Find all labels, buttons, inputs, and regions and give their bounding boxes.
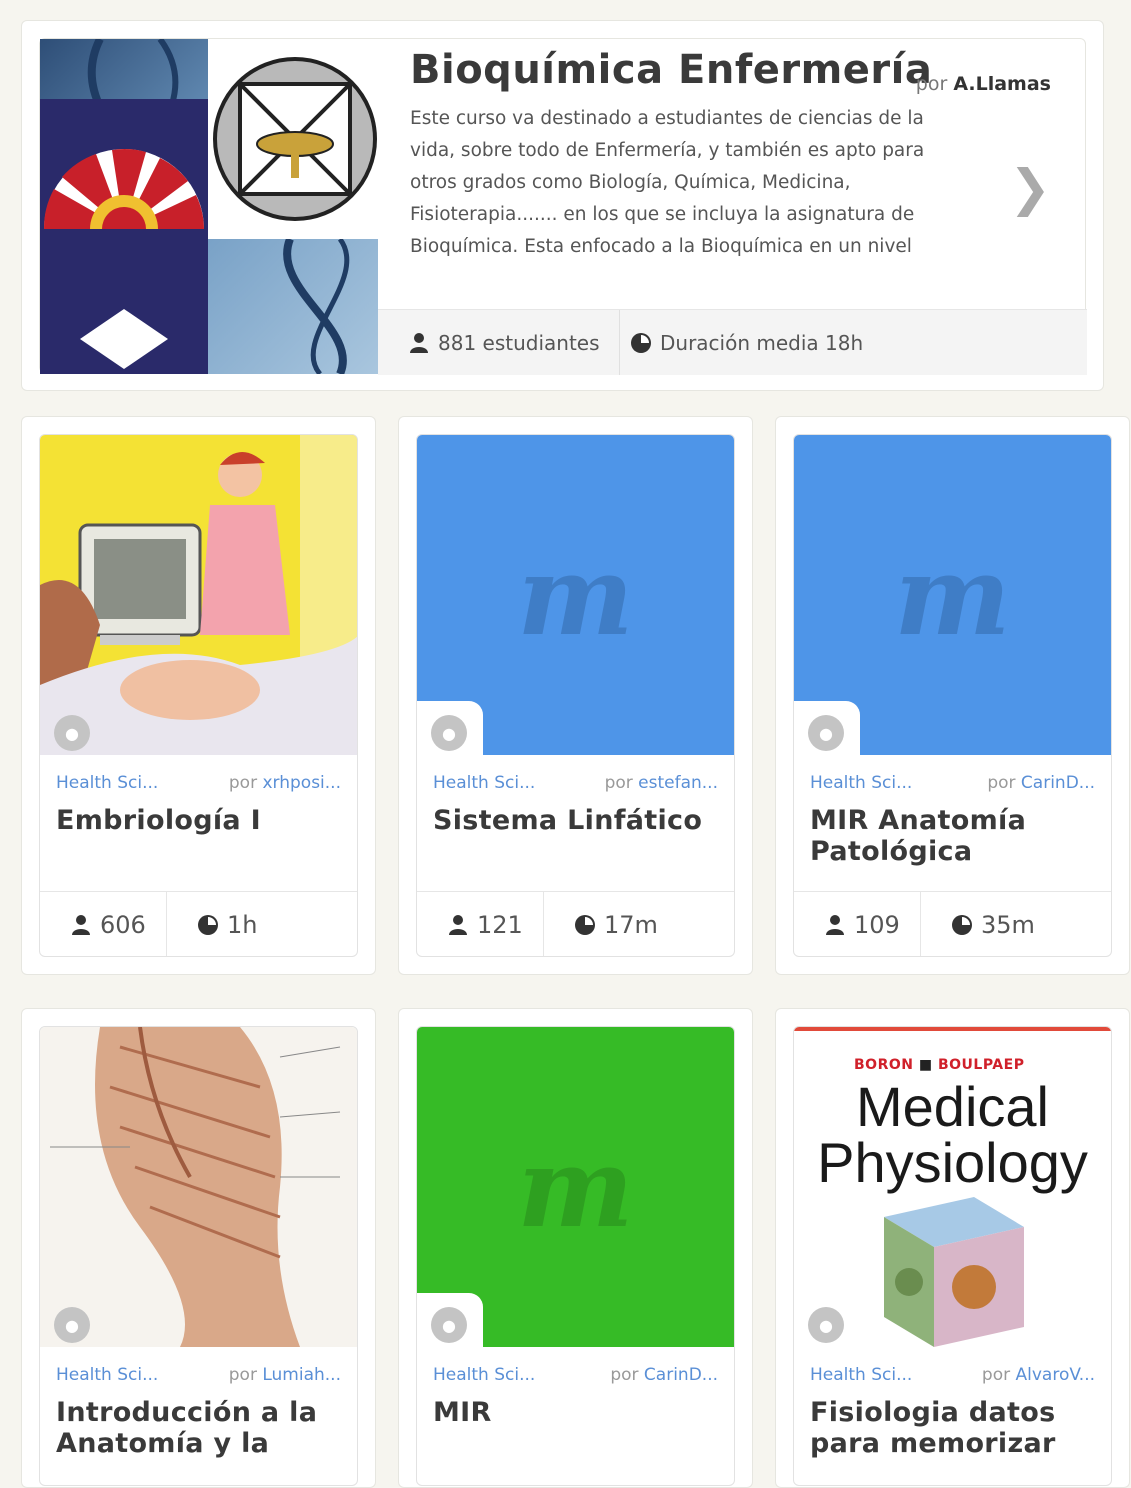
course-meta: Health Sci... por xrhposi...	[56, 773, 341, 793]
course-author: por xrhposi...	[229, 773, 341, 793]
by-label: por	[915, 73, 948, 95]
cell-cube-illustration	[884, 1197, 1024, 1347]
duration-value: 17m	[604, 911, 658, 939]
duration-stat: 1h	[166, 892, 258, 956]
course-stats: 109 35m	[794, 891, 1111, 956]
course-author: por AlvaroV...	[982, 1365, 1095, 1385]
tag-icon[interactable]: ●	[808, 1307, 844, 1343]
user-icon	[449, 915, 467, 935]
by-label: por	[228, 1365, 257, 1385]
students-stat: 606	[70, 892, 146, 956]
duration-stat: 17m	[543, 892, 658, 956]
course-author: por CarinD...	[610, 1365, 718, 1385]
course-image: BORON ■ BOULPAEP Medical Physiology	[794, 1027, 1111, 1347]
course-card[interactable]: BORON ■ BOULPAEP Medical Physiology ● He…	[793, 1026, 1112, 1486]
author-link[interactable]: estefan...	[638, 773, 718, 793]
course-card[interactable]: ● Health Sci... por xrhposi... Embriolog…	[39, 434, 358, 957]
course-author: por estefan...	[605, 773, 718, 793]
featured-course-author: por A.Llamas	[916, 73, 1051, 95]
students-count: 121	[477, 911, 523, 939]
duration-value: Duración media 18h	[660, 330, 864, 355]
by-label: por	[604, 773, 633, 793]
course-stats: 121 17m	[417, 891, 734, 956]
students-stat: 121	[447, 892, 523, 956]
category-link[interactable]: Health Sci...	[810, 773, 912, 793]
course-meta: Health Sci... por CarinD...	[810, 773, 1095, 793]
course-title[interactable]: Embriología I	[56, 805, 347, 836]
by-label: por	[228, 773, 258, 793]
cover-title-line2: Physiology	[817, 1131, 1088, 1194]
cover-author-right: BOULPAEP	[937, 1057, 1025, 1073]
category-link[interactable]: Health Sci...	[56, 773, 158, 793]
author-link[interactable]: xrhposi...	[262, 773, 341, 793]
clock-icon	[952, 915, 972, 935]
course-title[interactable]: MIR Anatomía Patológica	[810, 805, 1101, 867]
author-link[interactable]: Lumiah...	[262, 1365, 341, 1385]
by-label: por	[610, 1365, 639, 1385]
clock-icon	[198, 915, 218, 935]
user-icon	[72, 915, 90, 935]
course-title[interactable]: Sistema Linfático	[433, 805, 724, 836]
author-link[interactable]: CarinD...	[1021, 773, 1095, 793]
cover-author-left: BORON	[854, 1057, 914, 1073]
tag-icon[interactable]: ●	[431, 715, 467, 751]
by-label: por	[987, 773, 1016, 793]
course-title[interactable]: MIR	[433, 1397, 724, 1428]
students-stat: 881 estudiantes	[408, 310, 600, 375]
featured-course-title[interactable]: Bioquímica Enfermería	[410, 47, 932, 93]
course-author: por Lumiah...	[229, 1365, 341, 1385]
featured-course-card[interactable]: Bioquímica Enfermería por A.Llamas Este …	[39, 38, 1087, 375]
category-link[interactable]: Health Sci...	[810, 1365, 912, 1385]
course-card[interactable]: ● Health Sci... por Lumiah... Introducci…	[39, 1026, 358, 1486]
course-meta: Health Sci... por AlvaroV...	[810, 1365, 1095, 1385]
author-link[interactable]: CarinD...	[644, 1365, 718, 1385]
user-icon	[826, 915, 844, 935]
course-card[interactable]: m ● Health Sci... por CarinD... MIR	[416, 1026, 735, 1486]
course-stats: 606 1h	[40, 891, 357, 956]
course-author: por CarinD...	[987, 773, 1095, 793]
featured-course-image	[40, 39, 378, 374]
category-link[interactable]: Health Sci...	[433, 773, 535, 793]
students-count: 881 estudiantes	[438, 330, 600, 355]
course-meta: Health Sci... por estefan...	[433, 773, 718, 793]
category-link[interactable]: Health Sci...	[56, 1365, 158, 1385]
author-link[interactable]: A.Llamas	[953, 73, 1051, 95]
course-card[interactable]: m ● Health Sci... por CarinD... MIR Anat…	[793, 434, 1112, 957]
students-stat: 109	[824, 892, 900, 956]
students-count: 606	[100, 911, 146, 939]
course-title[interactable]: Introducción a la Anatomía y la	[56, 1397, 347, 1459]
duration-stat: Duración media 18h	[619, 310, 863, 375]
course-card[interactable]: m ● Health Sci... por estefan... Sistema…	[416, 434, 735, 957]
tag-icon[interactable]: ●	[54, 715, 90, 751]
cover-title-line1: Medical	[856, 1075, 1049, 1138]
clock-icon	[575, 915, 595, 935]
tag-icon[interactable]: ●	[808, 715, 844, 751]
author-link[interactable]: AlvaroV...	[1016, 1365, 1096, 1385]
students-count: 109	[854, 911, 900, 939]
tag-icon[interactable]: ●	[54, 1307, 90, 1343]
cover-authors: BORON ■ BOULPAEP	[854, 1057, 1025, 1073]
duration-value: 1h	[227, 911, 258, 939]
tag-icon[interactable]: ●	[431, 1307, 467, 1343]
course-meta: Health Sci... por Lumiah...	[56, 1365, 341, 1385]
by-label: por	[981, 1365, 1011, 1385]
duration-value: 35m	[981, 911, 1035, 939]
category-link[interactable]: Health Sci...	[433, 1365, 535, 1385]
cover-stripe	[794, 1027, 1111, 1031]
cover-title: Medical Physiology	[794, 1079, 1111, 1191]
course-image	[40, 1027, 357, 1347]
course-title[interactable]: Fisiologia datos para memorizar	[810, 1397, 1101, 1459]
featured-course-description: Este curso va destinado a estudiantes de…	[410, 108, 925, 257]
chevron-right-icon[interactable]: ❯	[1009, 159, 1051, 217]
clock-icon	[631, 332, 651, 353]
duration-stat: 35m	[920, 892, 1035, 956]
user-icon	[410, 332, 428, 353]
featured-course-stats: 881 estudiantes Duración media 18h	[378, 309, 1087, 375]
course-meta: Health Sci... por CarinD...	[433, 1365, 718, 1385]
